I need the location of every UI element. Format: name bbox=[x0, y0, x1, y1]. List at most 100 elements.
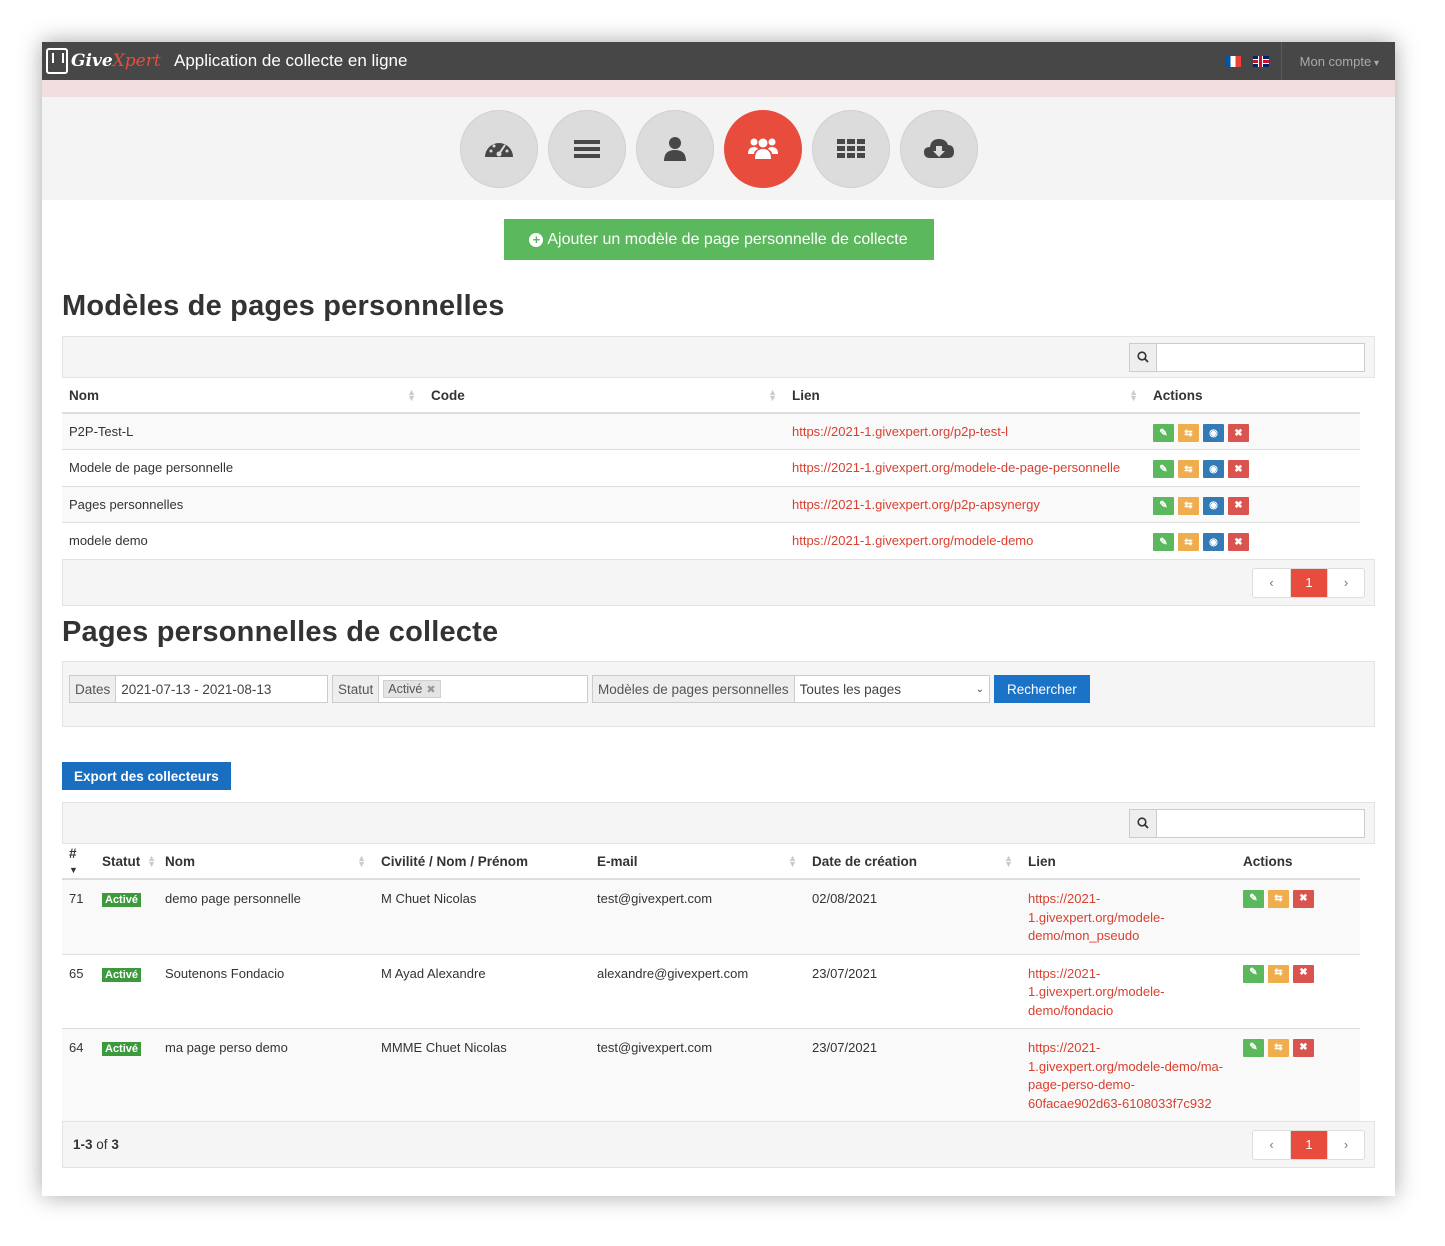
status-badge: Activé bbox=[102, 967, 142, 982]
modeles-label: Modèles de pages personnelles bbox=[593, 676, 795, 702]
column-header-nom[interactable]: Nom ▲ ▼ bbox=[158, 844, 374, 880]
edit-icon[interactable]: ✎ bbox=[1153, 533, 1174, 551]
modeles-filter[interactable]: Modèles de pages personnelles Toutes les… bbox=[592, 675, 990, 703]
edit-icon[interactable]: ✎ bbox=[1153, 496, 1174, 515]
table-row: Pages personnelles https://2021-1.givexp… bbox=[62, 485, 1360, 523]
page-id: 65 bbox=[62, 953, 95, 1029]
model-name: P2P-Test-L bbox=[62, 412, 424, 450]
remove-tag-icon[interactable]: ✖ bbox=[426, 683, 435, 696]
page-1-button[interactable]: 1 bbox=[1290, 1130, 1327, 1159]
column-header-code[interactable]: Code ▲ ▼ bbox=[424, 378, 785, 414]
pages-pager: ‹ 1 › bbox=[1252, 1129, 1365, 1160]
export-collectors-button[interactable]: Export des collecteurs bbox=[62, 762, 231, 790]
edit-icon[interactable]: ✎ bbox=[1243, 890, 1264, 908]
account-menu[interactable]: Mon compte bbox=[1300, 54, 1379, 69]
delete-icon[interactable]: ✖ bbox=[1228, 424, 1249, 442]
alert-strip bbox=[42, 80, 1395, 97]
user-icon bbox=[663, 136, 686, 161]
statut-filter[interactable]: Statut Activé ✖ bbox=[332, 675, 588, 703]
dates-value[interactable]: 2021-07-13 - 2021-08-13 bbox=[116, 676, 276, 702]
pages-search-input[interactable] bbox=[1157, 809, 1364, 837]
models-search-input[interactable] bbox=[1157, 343, 1364, 371]
page-name: ma page perso demo bbox=[158, 1028, 374, 1121]
delete-icon[interactable]: ✖ bbox=[1228, 460, 1249, 478]
statut-tag[interactable]: Activé ✖ bbox=[383, 680, 441, 698]
delete-icon[interactable]: ✖ bbox=[1228, 496, 1249, 515]
group-icon bbox=[747, 138, 778, 159]
duplicate-icon[interactable]: ⇆ bbox=[1268, 964, 1289, 983]
column-header-email[interactable]: E-mail ▲ ▼ bbox=[590, 844, 805, 880]
duplicate-icon[interactable]: ⇆ bbox=[1178, 496, 1199, 515]
model-link[interactable]: https://2021-1.givexpert.org/p2p-apsyner… bbox=[792, 497, 1040, 512]
edit-icon[interactable]: ✎ bbox=[1153, 460, 1174, 478]
page-id: 71 bbox=[62, 878, 95, 954]
page-date: 23/07/2021 bbox=[805, 953, 1021, 1029]
page-1-button[interactable]: 1 bbox=[1290, 568, 1327, 597]
edit-icon[interactable]: ✎ bbox=[1243, 964, 1264, 983]
model-name: Modele de page personnelle bbox=[62, 449, 424, 486]
nav-grid-button[interactable] bbox=[811, 109, 890, 188]
duplicate-icon[interactable]: ⇆ bbox=[1178, 460, 1199, 478]
column-header-lien: Lien bbox=[1021, 844, 1236, 880]
search-button[interactable]: Rechercher bbox=[994, 675, 1090, 703]
list-icon bbox=[573, 139, 600, 158]
dates-filter[interactable]: Dates 2021-07-13 - 2021-08-13 bbox=[69, 675, 328, 703]
column-header-id[interactable]: # ▼ bbox=[62, 844, 95, 880]
column-header-lien[interactable]: Lien ▲ ▼ bbox=[785, 378, 1146, 414]
givexpert-logo[interactable]: Give Xpert bbox=[42, 42, 162, 80]
next-page-button[interactable]: › bbox=[1327, 568, 1364, 597]
nav-user-button[interactable] bbox=[635, 109, 714, 188]
duplicate-icon[interactable]: ⇆ bbox=[1178, 424, 1199, 442]
view-icon[interactable]: ◉ bbox=[1203, 496, 1224, 515]
modeles-select-value[interactable]: Toutes les pages bbox=[795, 676, 971, 702]
models-table: Nom ▲ ▼ Code ▲ ▼ Lien ▲ ▼ Actions P2P-Test-L h… bbox=[62, 378, 1360, 559]
model-link[interactable]: https://2021-1.givexpert.org/p2p-test-l bbox=[792, 424, 1008, 439]
view-icon[interactable]: ◉ bbox=[1203, 424, 1224, 442]
nav-cloud-download-button[interactable] bbox=[899, 109, 978, 188]
page-link[interactable]: https://2021- 1.givexpert.org/modele-demo… bbox=[1028, 891, 1165, 943]
view-icon[interactable]: ◉ bbox=[1203, 533, 1224, 551]
models-pager: ‹ 1 › bbox=[1252, 567, 1365, 598]
cloud-download-icon bbox=[923, 138, 954, 158]
search-icon bbox=[1130, 343, 1157, 371]
models-title: Modèles de pages personnelles bbox=[62, 290, 505, 322]
page-link[interactable]: https://2021- 1.givexpert.org/modele-demo… bbox=[1028, 966, 1165, 1018]
edit-icon[interactable]: ✎ bbox=[1153, 424, 1174, 442]
prev-page-button[interactable]: ‹ bbox=[1253, 1131, 1290, 1159]
nav-group-button[interactable] bbox=[723, 109, 802, 188]
column-header-nom[interactable]: Nom ▲ ▼ bbox=[62, 378, 424, 414]
add-model-button[interactable]: + Ajouter un modèle de page personnelle d… bbox=[503, 219, 934, 260]
duplicate-icon[interactable]: ⇆ bbox=[1178, 533, 1199, 551]
edit-icon[interactable]: ✎ bbox=[1243, 1039, 1264, 1057]
delete-icon[interactable]: ✖ bbox=[1293, 1039, 1314, 1057]
models-search-box bbox=[1129, 342, 1365, 372]
next-page-button[interactable]: › bbox=[1327, 1130, 1364, 1159]
status-badge: Activé bbox=[102, 893, 142, 907]
delete-icon[interactable]: ✖ bbox=[1293, 890, 1314, 908]
status-badge: Activé bbox=[102, 1042, 142, 1056]
prev-page-button[interactable]: ‹ bbox=[1253, 569, 1290, 597]
table-row: 71 Activé demo page personnelle M Chuet … bbox=[62, 878, 1360, 954]
model-link[interactable]: https://2021-1.givexpert.org/modele-demo bbox=[792, 533, 1033, 548]
model-code bbox=[424, 412, 785, 450]
uk-flag-icon[interactable] bbox=[1252, 55, 1269, 67]
page-link[interactable]: https://2021- 1.givexpert.org/modele-demo… bbox=[1028, 1040, 1223, 1111]
nav-dashboard-button[interactable] bbox=[459, 109, 538, 188]
duplicate-icon[interactable]: ⇆ bbox=[1268, 890, 1289, 908]
column-header-date[interactable]: Date de création ▲ ▼ bbox=[805, 844, 1021, 880]
delete-icon[interactable]: ✖ bbox=[1293, 964, 1314, 983]
column-header-statut[interactable]: Statut ▲ ▼ bbox=[95, 844, 158, 880]
section-icon-bar bbox=[42, 97, 1395, 200]
french-flag-icon[interactable] bbox=[1224, 55, 1241, 67]
dates-label: Dates bbox=[70, 676, 117, 702]
chevron-down-icon[interactable]: ⌄ bbox=[971, 676, 989, 702]
delete-icon[interactable]: ✖ bbox=[1228, 533, 1249, 551]
model-link[interactable]: https://2021-1.givexpert.org/modele-de-p… bbox=[792, 460, 1120, 475]
page-civility: M Ayad Alexandre bbox=[374, 953, 590, 1029]
pages-search-panel bbox=[62, 802, 1375, 844]
nav-list-button[interactable] bbox=[547, 109, 626, 188]
navbar-divider bbox=[1280, 42, 1282, 80]
models-search-panel bbox=[62, 336, 1375, 378]
view-icon[interactable]: ◉ bbox=[1203, 460, 1224, 478]
duplicate-icon[interactable]: ⇆ bbox=[1268, 1039, 1289, 1057]
